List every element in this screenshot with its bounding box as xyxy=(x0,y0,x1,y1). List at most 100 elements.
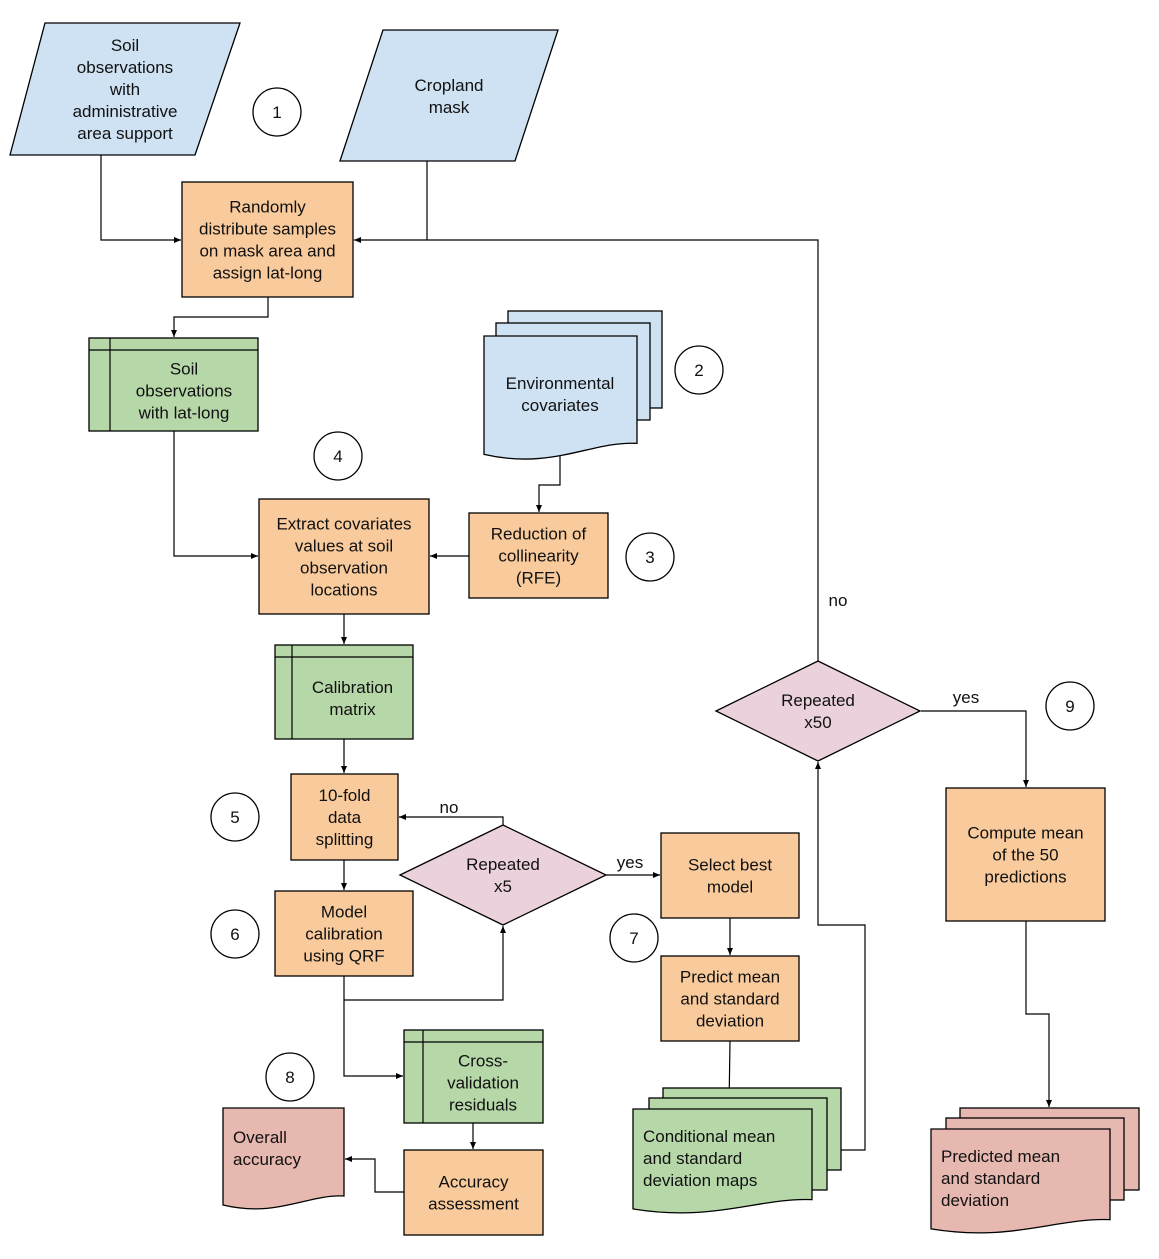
step-number-text: 8 xyxy=(285,1068,294,1087)
randomly-box: Randomly distribute samples on mask area a… xyxy=(181,181,354,298)
label-line: Conditional mean xyxy=(643,1127,775,1146)
label-line: collinearity xyxy=(498,547,579,566)
label-line: x5 xyxy=(494,877,512,896)
connector-arrow xyxy=(100,155,181,243)
rep5-decision: Repeated x5 xyxy=(398,824,608,926)
label-line: (RFE) xyxy=(516,569,561,588)
tenfold-box: 10-fold data splitting xyxy=(290,773,399,861)
connector-arrow xyxy=(173,431,258,559)
connector-arrow xyxy=(345,1156,404,1193)
calib-matrix-data-store: Calibration matrix xyxy=(274,644,414,740)
step-number-text: 3 xyxy=(645,548,654,567)
label-line: matrix xyxy=(329,700,376,719)
label-line: Calibration xyxy=(312,678,393,697)
step-number-1: 1 xyxy=(252,87,302,137)
step-number-3: 3 xyxy=(625,532,675,582)
label-line: deviation xyxy=(696,1012,764,1031)
label-line: Cropland xyxy=(415,76,484,95)
label-line: Compute mean xyxy=(967,824,1083,843)
connector-arrow xyxy=(536,452,561,512)
label-line: Reduction of xyxy=(491,525,587,544)
edge-label-rep50-no: no xyxy=(829,591,848,610)
label-line: Extract covariates xyxy=(276,515,411,534)
reduction-box: Reduction of collinearity (RFE) xyxy=(468,512,609,599)
label-line: Soil xyxy=(111,36,139,55)
label-line: Overall xyxy=(233,1128,287,1147)
step-number-7: 7 xyxy=(609,913,659,963)
soil-admin-input: Soil observations with administrative area s… xyxy=(9,22,241,156)
label-line: Predict mean xyxy=(680,968,780,987)
step-number-text: 9 xyxy=(1065,697,1074,716)
label-line: accuracy xyxy=(233,1150,302,1169)
label-line: and standard xyxy=(643,1149,742,1168)
env-cov-documents: Environmental covariates xyxy=(483,310,663,460)
label-line: on mask area and xyxy=(199,242,335,261)
overall-document: Overall accuracy xyxy=(222,1107,345,1210)
label-line: Randomly xyxy=(229,198,306,217)
label-line: deviation maps xyxy=(643,1171,757,1190)
label-line: 10-fold xyxy=(319,786,371,805)
step-number-text: 6 xyxy=(230,925,239,944)
crossval-data-store: Cross-validation residuals xyxy=(403,1029,544,1124)
connector-arrow xyxy=(1025,921,1052,1107)
label-line: values at soil xyxy=(295,537,393,556)
step-number-text: 1 xyxy=(272,103,281,122)
edge-label-rep5-no: no xyxy=(440,798,459,817)
label-line: area support xyxy=(77,124,173,143)
compute-box: Compute mean of the 50 predictions xyxy=(945,787,1106,922)
label-line: validation xyxy=(447,1074,519,1093)
edge-label-rep5-yes: yes xyxy=(617,853,643,872)
step-number-text: 7 xyxy=(629,929,638,948)
label-line: Repeated xyxy=(466,855,540,874)
edge-label-rep50-yes: yes xyxy=(953,688,979,707)
process-box xyxy=(660,832,800,919)
label-line: Accuracy xyxy=(439,1173,509,1192)
label-line: Environmental xyxy=(506,374,615,393)
label-line: observations xyxy=(136,382,232,401)
cropland-input: Cropland mask xyxy=(339,29,559,162)
input-parallelogram xyxy=(339,29,559,162)
step-number-text: 5 xyxy=(230,808,239,827)
model-cal-box: Model calibration using QRF xyxy=(274,890,414,977)
label-line: observations xyxy=(77,58,173,77)
select-best-box: Select best model xyxy=(660,832,800,919)
label-line: predictions xyxy=(984,868,1066,887)
label-line: and standard xyxy=(680,990,779,1009)
decision-diamond xyxy=(398,824,608,926)
step-number-6: 6 xyxy=(210,909,260,959)
label-line: of the 50 xyxy=(992,846,1058,865)
label-line: with lat-long xyxy=(138,404,230,423)
predicted-documents: Predicted mean and standard deviation xyxy=(930,1107,1140,1234)
label-line: residuals xyxy=(449,1096,517,1115)
label-line: Predicted mean xyxy=(941,1147,1060,1166)
step-number-8: 8 xyxy=(265,1052,315,1102)
label-line: mask xyxy=(429,98,470,117)
workflow-diagram: Soil observations with administrative area s… xyxy=(9,22,1140,1236)
label-line: covariates xyxy=(521,396,598,415)
label-line: Select best xyxy=(688,856,772,875)
label-line: Repeated xyxy=(781,691,855,710)
rep50-decision: Repeated x50 xyxy=(714,660,922,762)
label-line: splitting xyxy=(316,830,374,849)
connector-arrow xyxy=(399,814,504,825)
decision-diamond xyxy=(714,660,922,762)
label-line: with xyxy=(109,80,140,99)
label-line: locations xyxy=(310,581,377,600)
label-line: distribute samples xyxy=(199,220,336,239)
step-number-text: 2 xyxy=(694,361,703,380)
step-number-2: 2 xyxy=(674,345,724,395)
connector-arrow xyxy=(343,1000,403,1079)
label-line: x50 xyxy=(804,713,831,732)
step-number-4: 4 xyxy=(313,431,363,481)
step-number-5: 5 xyxy=(210,792,260,842)
process-box xyxy=(403,1149,544,1236)
label-line: data xyxy=(328,808,362,827)
label-line: and standard xyxy=(941,1169,1040,1188)
label-line: observation xyxy=(300,559,388,578)
step-number-9: 9 xyxy=(1045,681,1095,731)
label-line: Model xyxy=(321,903,367,922)
label-line: administrative xyxy=(73,102,178,121)
label-line: model xyxy=(707,878,753,897)
extract-box: Extract covariates values at soil observat… xyxy=(258,498,430,615)
label-line: Soil xyxy=(170,360,198,379)
